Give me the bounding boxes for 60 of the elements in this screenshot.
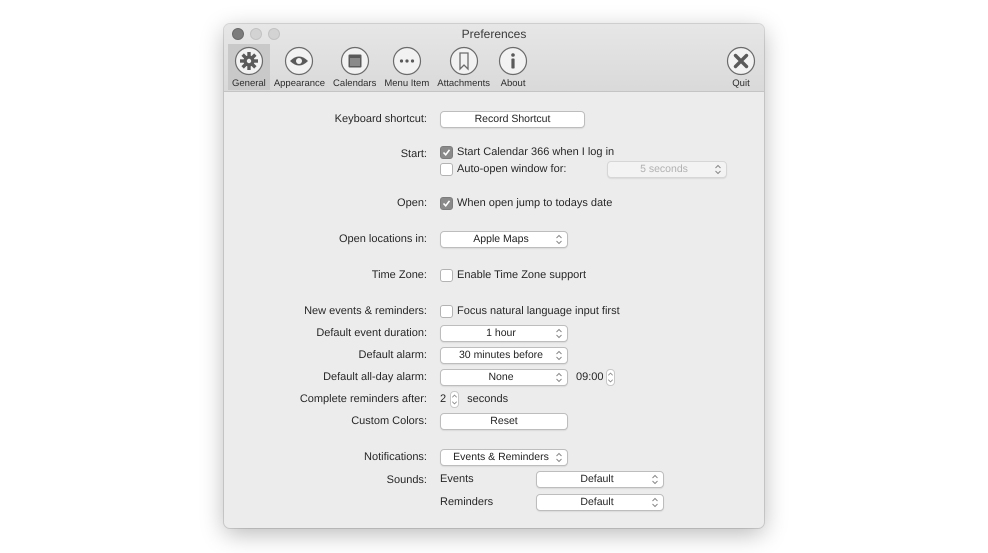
field-label: Custom Colors: — [351, 414, 427, 427]
checkbox[interactable]: Enable Time Zone support — [440, 266, 586, 284]
popup-menu[interactable]: Default — [536, 471, 664, 488]
checkbox[interactable]: Auto-open window for: — [440, 161, 566, 178]
time-field[interactable]: 09:00 — [576, 368, 604, 386]
field-label: Open locations in: — [338, 232, 427, 245]
popup-menu[interactable]: 1 hour — [440, 324, 568, 342]
toolbar-tab[interactable]: Menu Item — [380, 44, 434, 90]
checkmark-icon — [442, 148, 451, 157]
chevron-icon — [555, 350, 563, 360]
window-title: Preferences — [462, 27, 526, 41]
stepper[interactable] — [450, 390, 460, 408]
popup-menu[interactable]: None — [440, 368, 568, 386]
toolbar-tab[interactable]: Quit — [722, 44, 760, 90]
popup-menu[interactable]: Apple Maps — [440, 230, 568, 248]
field-label: Open: — [397, 196, 427, 209]
popup-menu[interactable]: Default — [536, 494, 664, 511]
bookmark-icon — [448, 46, 479, 76]
sound-label: Reminders — [440, 495, 494, 510]
settings-icon — [234, 46, 264, 76]
toolbar-tab[interactable]: About — [494, 44, 532, 90]
toolbar-tab[interactable]: Attachments — [433, 44, 494, 90]
chevron-icon — [651, 497, 659, 508]
field-label: Keyboard shortcut: — [334, 112, 427, 125]
field-label: Default all-day alarm: — [323, 370, 427, 383]
checkbox[interactable]: When open jump to todays date — [440, 194, 612, 212]
field-label: Start: — [400, 148, 427, 160]
number-field[interactable]: 2 — [440, 390, 446, 408]
field-label: Complete reminders after: — [300, 392, 427, 405]
field-label: Notifications: — [364, 450, 427, 463]
chevron-icon — [555, 372, 563, 382]
field-label: Default alarm: — [358, 348, 427, 361]
stepper[interactable] — [606, 368, 615, 386]
calendar-icon — [340, 46, 370, 76]
popup-menu[interactable]: Events & Reminders — [440, 448, 568, 466]
chevron-icon — [555, 234, 563, 244]
push-button[interactable]: Reset — [440, 412, 568, 430]
toolbar-tab[interactable]: Appearance — [270, 44, 330, 90]
field-label: Sounds: — [386, 474, 427, 486]
close-window-button[interactable] — [232, 28, 244, 40]
chevron-icon — [555, 452, 563, 462]
chevron-icon — [714, 164, 722, 175]
toolbar-tab[interactable]: Calendars — [329, 44, 380, 90]
toolbar-tab[interactable]: General — [228, 44, 270, 90]
field-label: New events & reminders: — [304, 304, 427, 317]
push-button[interactable]: Record Shortcut — [440, 110, 585, 128]
close-icon — [726, 46, 756, 76]
popup-menu[interactable]: 30 minutes before — [440, 346, 568, 364]
ellipsis-icon — [392, 46, 422, 76]
field-label: Default event duration: — [316, 326, 427, 339]
sound-label: Events — [440, 472, 475, 488]
field-label: Time Zone: — [372, 268, 427, 281]
checkmark-icon — [442, 198, 451, 208]
chevron-icon — [555, 328, 563, 338]
checkbox[interactable]: Focus natural language input first — [440, 302, 620, 320]
unit-label: seconds — [467, 392, 508, 407]
chevron-icon — [651, 474, 659, 485]
eye-icon — [284, 46, 314, 76]
checkbox[interactable]: Start Calendar 366 when I log in — [440, 144, 614, 161]
info-icon — [498, 46, 528, 76]
